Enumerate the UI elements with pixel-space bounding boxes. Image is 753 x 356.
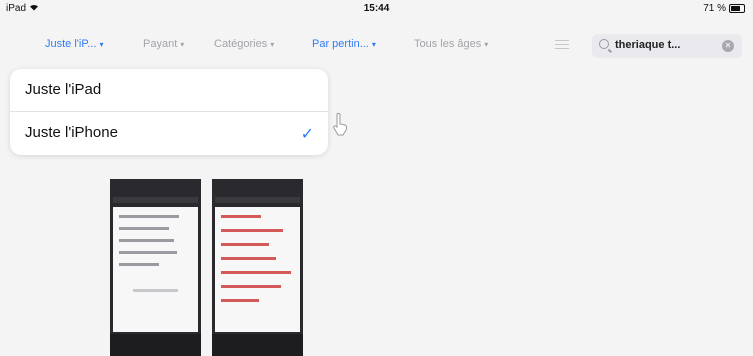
cursor-icon bbox=[330, 112, 350, 138]
filter-device[interactable]: Juste l'iP... ▾ bbox=[45, 38, 103, 50]
chevron-down-icon: ▾ bbox=[371, 40, 376, 49]
list-icon[interactable] bbox=[555, 40, 569, 52]
device-dropdown: Juste l'iPad Juste l'iPhone ✓ bbox=[10, 69, 328, 155]
screenshot-tabbar bbox=[212, 334, 303, 356]
chevron-down-icon: ▾ bbox=[484, 40, 489, 49]
search-icon bbox=[599, 39, 609, 49]
status-bar: iPad 15:44 71 % bbox=[0, 0, 753, 18]
chevron-down-icon: ▾ bbox=[99, 40, 104, 49]
screenshot-row bbox=[221, 285, 281, 288]
screenshot-logo bbox=[133, 289, 178, 292]
filter-categories-label: Catégories bbox=[214, 38, 268, 50]
dropdown-item-iphone[interactable]: Juste l'iPhone ✓ bbox=[10, 112, 328, 154]
screenshot-row bbox=[221, 229, 283, 232]
filter-age[interactable]: Tous les âges ▾ bbox=[414, 38, 488, 50]
screenshot-row bbox=[119, 215, 179, 218]
screenshot-row bbox=[221, 299, 259, 302]
screenshot-navbar bbox=[215, 197, 300, 203]
app-screenshot-1[interactable] bbox=[110, 179, 201, 356]
filter-sort-label: Par pertin... bbox=[312, 38, 369, 50]
dropdown-item-label: Juste l'iPhone bbox=[25, 124, 118, 141]
filter-categories[interactable]: Catégories ▾ bbox=[214, 38, 274, 50]
battery-icon bbox=[729, 4, 745, 13]
chevron-down-icon: ▾ bbox=[270, 40, 275, 49]
screenshot-row bbox=[221, 215, 261, 218]
search-input[interactable]: theriaque t... bbox=[615, 39, 680, 51]
status-right: 71 % bbox=[703, 3, 745, 14]
screenshot-row bbox=[119, 239, 174, 242]
screenshot-row bbox=[119, 227, 169, 230]
dropdown-item-ipad[interactable]: Juste l'iPad bbox=[10, 69, 328, 111]
chevron-down-icon: ▾ bbox=[180, 40, 185, 49]
screenshot-row bbox=[119, 251, 177, 254]
status-time: 15:44 bbox=[363, 3, 390, 14]
filter-price[interactable]: Payant ▾ bbox=[143, 38, 184, 50]
search-field[interactable]: theriaque t... ✕ bbox=[592, 34, 742, 58]
screenshot-row bbox=[119, 263, 159, 266]
screenshot-tabbar bbox=[110, 334, 201, 356]
filter-price-label: Payant bbox=[143, 38, 178, 50]
clear-icon[interactable]: ✕ bbox=[722, 40, 734, 52]
checkmark-icon: ✓ bbox=[300, 126, 314, 143]
screenshot-row bbox=[221, 243, 269, 246]
screenshot-content bbox=[113, 207, 198, 332]
dropdown-item-label: Juste l'iPad bbox=[25, 81, 102, 98]
battery-percent: 71 % bbox=[703, 3, 726, 14]
filter-age-label: Tous les âges bbox=[414, 38, 482, 50]
app-screenshot-2[interactable] bbox=[212, 179, 303, 356]
screenshot-navbar bbox=[113, 197, 198, 203]
filter-device-label: Juste l'iP... bbox=[45, 38, 97, 50]
screenshot-row bbox=[221, 257, 276, 260]
screenshot-row bbox=[221, 271, 291, 274]
filter-sort[interactable]: Par pertin... ▾ bbox=[312, 38, 376, 50]
screenshot-content bbox=[215, 207, 300, 332]
